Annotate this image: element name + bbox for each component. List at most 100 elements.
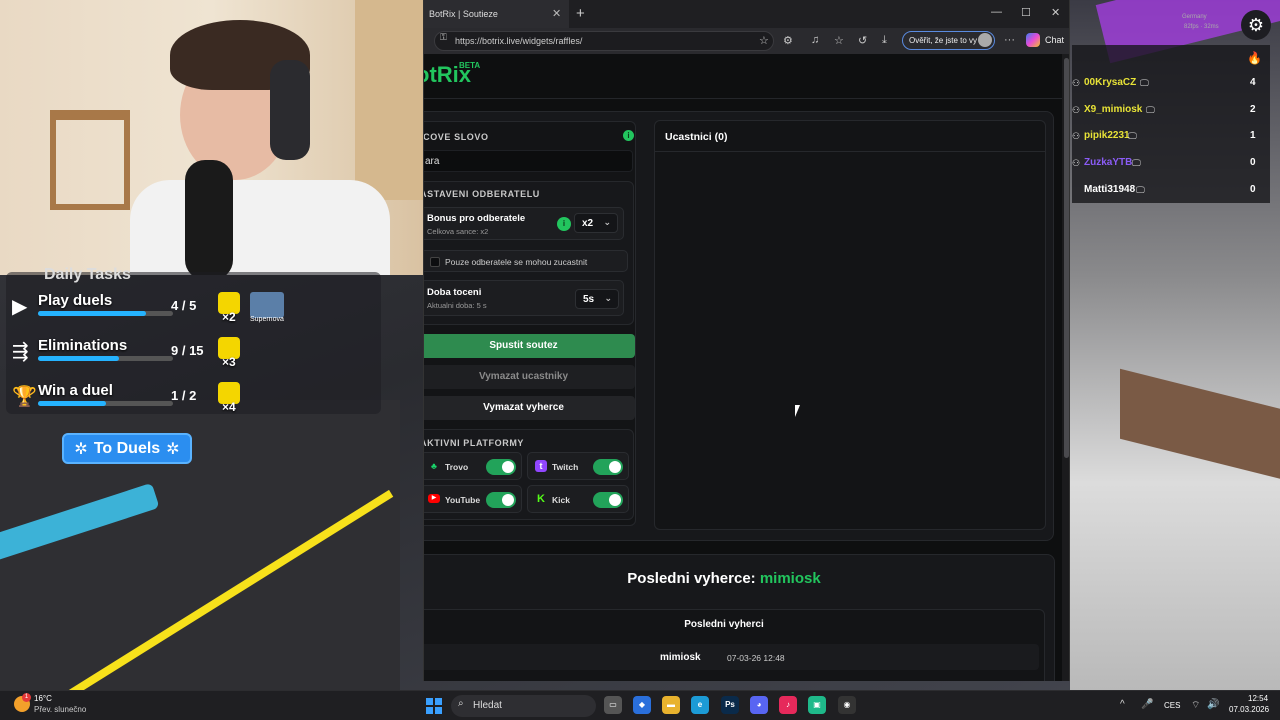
edge-icon[interactable]: e [691,696,709,714]
task-count: 4 / 5 [171,298,197,313]
history-icon[interactable]: ↺ [858,34,867,47]
favorites-icon[interactable]: ☆ [834,34,844,47]
bonus-select[interactable]: x2 ⌄ [574,213,618,233]
language-indicator[interactable]: CES [1164,701,1180,710]
task-row: ⇶ Eliminations 9 / 15 ×3 [6,323,381,369]
notification-badge: 1 [22,693,31,702]
last-winner-label: Posledni vyherce: [627,570,756,587]
keyword-input[interactable]: ara [424,150,633,172]
discord-icon[interactable]: ◕ [750,696,768,714]
leaderboard-row: ⚇ 00KrysaCZ 🖵 4 [1072,70,1270,96]
users-icon: ⚇ [1072,158,1081,168]
task-progress-fill [38,311,146,316]
start-tile [426,698,433,705]
task-view-icon[interactable]: ▭ [604,696,622,714]
windows-start-icon[interactable] [426,698,442,714]
taskbar-search[interactable]: Hledat [451,695,596,717]
close-icon[interactable]: ✕ [552,7,561,20]
clear-participants-button[interactable]: Vymazat ucastniky [424,365,635,389]
obs-icon[interactable]: ◉ [838,696,856,714]
scrollbar-thumb[interactable] [1064,58,1069,458]
to-duels-button[interactable]: ✲ To Duels ✲ [62,433,192,464]
tiktok-icon[interactable]: ♪ [779,696,797,714]
clock-time[interactable]: 12:54 [1248,694,1268,703]
task-progress-fill [38,356,119,361]
info-icon[interactable]: i [623,130,634,141]
copilot-icon[interactable] [1026,33,1040,47]
gear-icon[interactable]: ⚙ [1241,10,1271,40]
chevron-down-icon: ⌄ [604,293,612,303]
start-raffle-button[interactable]: Spustit soutez [424,334,635,358]
minimize-icon[interactable]: — [991,6,1002,18]
sub-only-checkbox[interactable] [430,257,440,267]
new-tab-button[interactable]: + [576,5,585,22]
start-tile [426,707,433,714]
webcam-chair [50,110,130,210]
volume-icon[interactable]: 🔊 [1207,699,1219,710]
microphone-icon[interactable]: 🎤 [1141,699,1153,710]
participants-panel: Ucastnici (0) [654,120,1046,530]
browser-window: BotRix | Soutieze ✕ + — ☐ ✕ https://botr… [423,0,1070,681]
subscriber-settings-label: ASTAVENI ODBERATELU [424,189,540,199]
player-score: 1 [1250,130,1256,141]
maximize-icon[interactable]: ☐ [1021,6,1031,19]
trophy-icon: 🏆 [12,386,37,408]
spin-time-select[interactable]: 5s ⌄ [575,289,619,309]
monitor-icon: 🖵 [1146,105,1155,115]
task-name: Play duels [38,292,113,309]
platform-name: Trovo [445,462,469,472]
download-icon[interactable]: ⤓ [882,34,887,47]
play-icon: ▶ [12,296,28,318]
monitor-icon: 🖵 [1136,185,1145,195]
youtube-toggle[interactable] [486,492,516,508]
more-icon[interactable]: ··· [1004,34,1015,46]
leaderboard-row: ⚇ ZuzkaYTB 🖵 0 [1072,150,1270,176]
clock-date[interactable]: 07.03.2026 [1229,705,1269,714]
extension-icon[interactable]: ⚙ [783,34,793,47]
music-icon[interactable]: ♫ [811,34,819,46]
taskbar: 1 16°C Přev. slunečno Hledat ⌕ ▭ ◆ ▬ e P… [0,690,1280,720]
window-close-icon[interactable]: ✕ [1051,6,1060,19]
twitch-toggle[interactable] [593,459,623,475]
favorite-star-icon[interactable]: ☆ [759,34,769,47]
clear-winners-button[interactable]: Vymazat vyherce [424,396,635,420]
chevron-up-icon[interactable]: ^ [1120,699,1125,710]
store-icon[interactable]: ◆ [633,696,651,714]
chat-button[interactable]: Chat [1045,35,1064,45]
kick-toggle[interactable] [593,492,623,508]
bonus-select-value: x2 [582,218,594,229]
leaderboard-row: ⚇ pipik2231 🖵 1 [1072,123,1270,149]
header-divider [424,98,1066,99]
app-icon[interactable]: ▣ [808,696,826,714]
url-input[interactable]: https://botrix.live/widgets/raffles/ [434,31,774,51]
webcam-feed [0,0,423,275]
winner-name: mimiosk [660,652,701,663]
player-name: ZuzkaYTB [1084,157,1133,168]
monitor-icon: 🖵 [1132,158,1141,168]
profile-avatar-icon[interactable] [978,33,992,47]
start-tile [435,707,442,714]
photoshop-icon[interactable]: Ps [721,696,739,714]
wifi-icon[interactable]: ⌔ [1191,699,1200,712]
raffles-page: otRix BETA ICOVE SLOVO i ara ASTAVENI OD… [424,54,1066,681]
webcam-person-shirt [130,180,390,275]
info-icon[interactable]: i [557,217,571,231]
tab-botrix[interactable]: BotRix | Soutieze ✕ [424,0,569,28]
task-name: Win a duel [38,382,113,399]
folder-icon[interactable]: ▬ [662,696,680,714]
users-icon: ⚇ [1072,78,1081,88]
star-icon: ✲ [74,440,88,458]
player-name: 00KrysaCZ [1084,77,1137,88]
trovo-toggle[interactable] [486,459,516,475]
platform-name: Kick [552,495,570,505]
kick-icon: K [537,493,545,505]
player-name: pipik2231 [1084,130,1130,141]
weather-temperature[interactable]: 16°C [34,694,52,703]
platform-youtube: ▶ YouTube [424,485,522,513]
star-icon: ✲ [166,440,180,458]
server-region: Germany [1182,14,1207,20]
lock-icon[interactable]: ⚿ [440,32,447,43]
spin-subtitle: Aktualni doba: 5 s [427,301,487,310]
weather-description[interactable]: Přev. slunečno [34,705,86,714]
search-icon: ⌕ [458,698,464,709]
